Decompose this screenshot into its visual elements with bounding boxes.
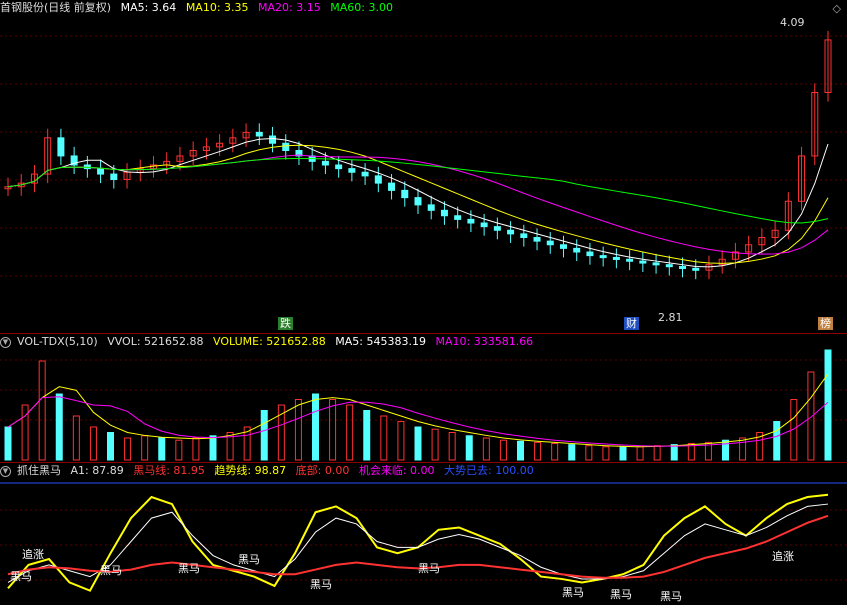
indicator-annotation: 黑马 bbox=[310, 578, 332, 591]
volume-bar bbox=[175, 439, 183, 461]
volume-bar bbox=[670, 444, 678, 461]
volume-bar bbox=[517, 440, 524, 461]
volume-bar bbox=[141, 435, 149, 461]
volume-bar bbox=[653, 445, 661, 461]
indicator-annotation: 追涨 bbox=[772, 550, 794, 563]
candle-body bbox=[321, 160, 329, 166]
volume-bar bbox=[465, 435, 473, 461]
tag-die: 跌 bbox=[278, 317, 293, 330]
volume-bar bbox=[824, 349, 832, 461]
indicator-annotation: 黑马 bbox=[418, 562, 440, 575]
volume-bar bbox=[192, 437, 200, 461]
indicator-annotation: 追涨 bbox=[22, 548, 44, 561]
volume-bar bbox=[397, 421, 405, 461]
candle-body bbox=[480, 222, 488, 228]
tag-bang: 榜 bbox=[818, 317, 833, 330]
candle-body bbox=[559, 244, 567, 249]
candle-body bbox=[586, 251, 594, 257]
indicator-annotation: 黑马 bbox=[10, 570, 32, 583]
volume-bar bbox=[448, 432, 456, 461]
volume-bar bbox=[482, 437, 490, 461]
volume-bar bbox=[636, 446, 644, 461]
candle-body bbox=[507, 229, 515, 235]
volume-bar bbox=[739, 437, 747, 461]
candle-body bbox=[665, 264, 673, 268]
high-price-label: 4.09 bbox=[780, 16, 805, 29]
volume-bar bbox=[209, 435, 217, 461]
volume-bar bbox=[312, 393, 319, 461]
candle-body bbox=[639, 260, 647, 264]
candle-body bbox=[493, 226, 501, 231]
volume-bar bbox=[414, 426, 422, 461]
candle-body bbox=[97, 168, 105, 175]
volume-bar bbox=[551, 443, 559, 461]
indicator-line-0 bbox=[7, 493, 829, 592]
candle-body bbox=[692, 267, 700, 271]
volume-bar bbox=[619, 446, 627, 461]
volume-bar bbox=[294, 399, 302, 461]
indicator-annotation: 黑马 bbox=[562, 586, 584, 599]
volume-bar bbox=[38, 360, 46, 461]
candle-body bbox=[440, 209, 448, 217]
candle-body bbox=[427, 204, 435, 211]
volume-bar bbox=[568, 444, 576, 461]
candle-body bbox=[520, 233, 528, 238]
candle-body bbox=[414, 197, 422, 206]
candle-body bbox=[467, 218, 475, 224]
indicator-annotation: 黑马 bbox=[178, 562, 200, 575]
volume-bar bbox=[602, 446, 610, 461]
volume-bar bbox=[585, 445, 593, 461]
candle-body bbox=[533, 237, 541, 242]
volume-bar bbox=[260, 410, 268, 461]
volume-bar bbox=[89, 426, 97, 461]
tag-cai: 财 bbox=[624, 317, 639, 330]
candle-body bbox=[454, 215, 462, 220]
candle-body bbox=[401, 189, 409, 199]
indicator-annotation: 黑马 bbox=[100, 564, 122, 577]
candle-body bbox=[110, 173, 118, 180]
volume-bar bbox=[380, 415, 388, 461]
candle-body bbox=[599, 255, 607, 259]
candle-body bbox=[361, 171, 369, 177]
candle-body bbox=[348, 168, 356, 173]
volume-bar bbox=[722, 439, 729, 461]
indicator-annotation: 黑马 bbox=[238, 553, 260, 566]
candle-body bbox=[335, 164, 343, 170]
candle-body bbox=[57, 137, 65, 157]
candle-body bbox=[573, 247, 581, 253]
candle-body bbox=[269, 135, 277, 144]
candle-body bbox=[626, 258, 634, 262]
volume-bar bbox=[4, 426, 12, 461]
volume-bar bbox=[773, 421, 781, 461]
candle-body bbox=[612, 256, 620, 260]
low-price-label: 2.81 bbox=[658, 311, 683, 324]
indicator-annotation: 黑马 bbox=[660, 590, 682, 603]
candle-body bbox=[282, 142, 290, 151]
volume-bar bbox=[499, 439, 507, 461]
candle-body bbox=[374, 175, 382, 184]
volume-bar bbox=[431, 428, 439, 461]
volume-bar bbox=[158, 437, 166, 461]
candle-body bbox=[652, 262, 660, 266]
volume-bar bbox=[346, 404, 354, 461]
volume-bar bbox=[329, 399, 337, 461]
chart-canvas[interactable] bbox=[0, 0, 847, 605]
volume-bar bbox=[107, 432, 114, 461]
volume-bar bbox=[124, 437, 132, 461]
volume-bar bbox=[534, 441, 542, 461]
candle-body bbox=[679, 266, 687, 269]
volume-bar bbox=[363, 410, 371, 461]
volume-bar bbox=[55, 393, 63, 461]
candle-body bbox=[546, 240, 554, 246]
candle-body bbox=[255, 131, 263, 137]
indicator-annotation: 黑马 bbox=[610, 588, 632, 601]
volume-bar bbox=[72, 415, 80, 461]
candle-body bbox=[388, 182, 396, 191]
